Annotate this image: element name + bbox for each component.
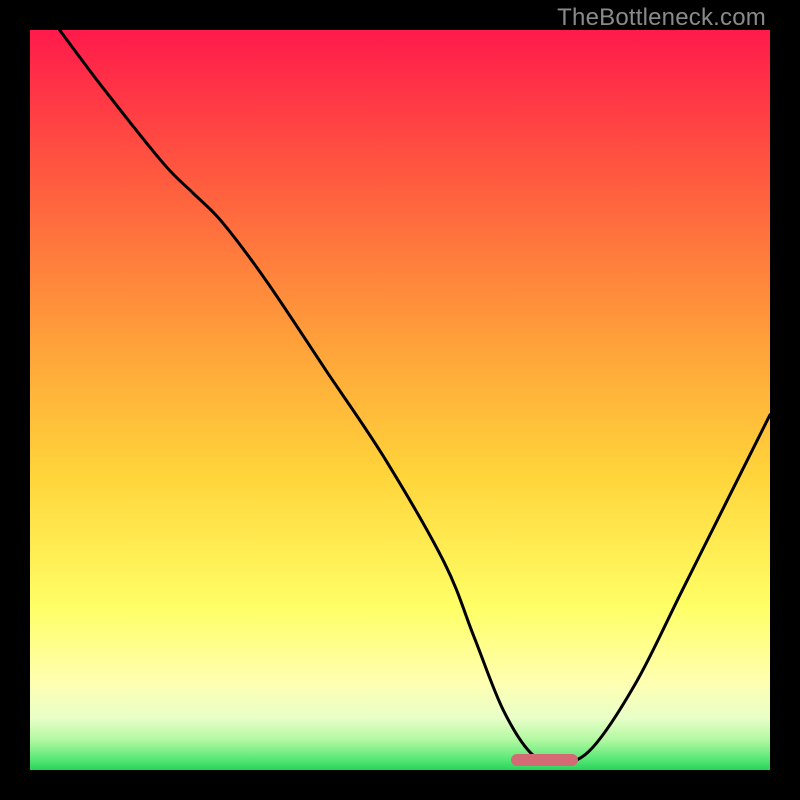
watermark-label: TheBottleneck.com	[557, 4, 766, 32]
optimal-range-marker	[511, 754, 578, 766]
gradient-background	[30, 30, 770, 770]
plot-frame	[30, 30, 770, 770]
